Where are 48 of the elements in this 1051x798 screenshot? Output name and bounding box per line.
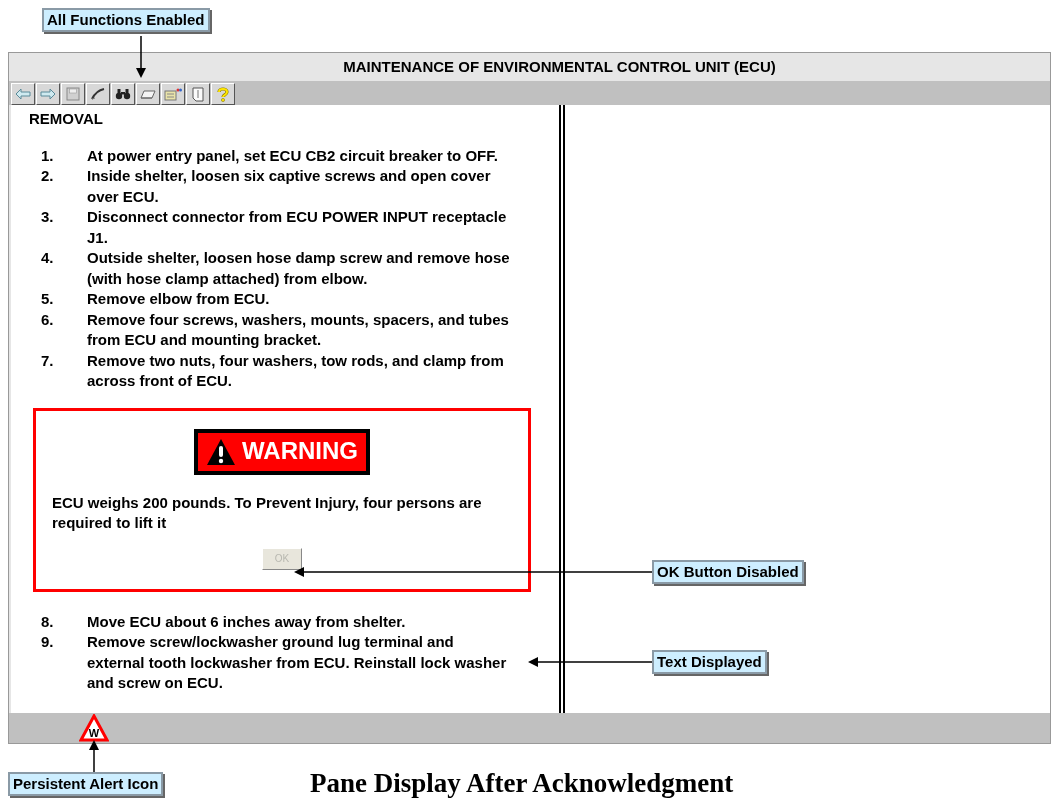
callout-label: OK Button Disabled <box>652 560 804 584</box>
callout-arrow <box>136 36 146 78</box>
back-button[interactable] <box>11 83 35 105</box>
step-number: 8. <box>41 611 55 632</box>
step-text: Outside shelter, loosen hose damp screw and remove hose (with hose clamp attached) from elbow. <box>87 248 511 289</box>
warning-label: WARNING <box>242 441 358 462</box>
callout-arrow <box>89 740 99 772</box>
save-button[interactable] <box>61 83 85 105</box>
step-text: Remove screw/lockwasher ground lug terminal and external tooth lockwasher from ECU. Reinstall lock washer and screw on ECU. <box>87 632 508 693</box>
eraser-button[interactable] <box>136 83 160 105</box>
callout-label: Persistent Alert Icon <box>8 772 164 796</box>
callout-label: All Functions Enabled <box>42 8 210 32</box>
eraser-icon <box>139 88 157 100</box>
binoculars-button[interactable] <box>111 83 135 105</box>
callout-label: Text Displayed <box>652 650 767 674</box>
step-number: 2. <box>41 166 55 186</box>
window-title: MAINTENANCE OF ENVIRONMENTAL CONTROL UNIT (ECU) <box>343 57 776 77</box>
step-text: Disconnect connector from ECU POWER INPUT receptacle J1. <box>87 207 508 248</box>
step-text: Remove two nuts, four washers, tow rods, and clamp from across front of ECU. <box>87 350 505 391</box>
warning-triangle-icon <box>206 437 236 466</box>
step-number: 1. <box>41 145 55 166</box>
pen-icon <box>90 87 106 101</box>
note-icon <box>164 87 182 101</box>
step-text: Inside shelter, loosen six captive screws and open cover over ECU. <box>87 166 492 207</box>
figure-caption: Pane Display After Acknowledgment <box>310 768 734 798</box>
forward-button[interactable] <box>36 83 60 105</box>
step-text: At power entry panel, set ECU CB2 circuit breaker to OFF. <box>87 145 499 166</box>
step-number: 9. <box>41 632 55 652</box>
step-text: Move ECU about 6 inches away from shelter. <box>87 611 407 632</box>
step-text: Remove elbow from ECU. <box>87 289 271 309</box>
note-button[interactable] <box>161 83 185 105</box>
page-icon <box>192 86 204 102</box>
right-arrow-icon <box>40 88 56 100</box>
binoculars-icon <box>115 88 131 100</box>
step-number: 5. <box>41 289 55 309</box>
step-number: 3. <box>41 207 55 227</box>
section-heading: REMOVAL <box>29 109 104 129</box>
step-text: Remove four screws, washers, mounts, spacers, and tubes from ECU and mounting bracket. <box>87 309 510 350</box>
pen-button[interactable] <box>86 83 110 105</box>
warning-message: ECU weighs 200 pounds. To Prevent Injury, four persons are required to lift it <box>52 492 483 533</box>
step-number: 7. <box>41 350 55 371</box>
step-number: 4. <box>41 248 55 268</box>
alert-icon[interactable]: W <box>79 714 109 742</box>
left-arrow-icon <box>15 88 31 100</box>
help-icon <box>216 86 230 102</box>
help-button[interactable] <box>211 83 235 105</box>
step-number: 6. <box>41 309 55 330</box>
page-button[interactable] <box>186 83 210 105</box>
